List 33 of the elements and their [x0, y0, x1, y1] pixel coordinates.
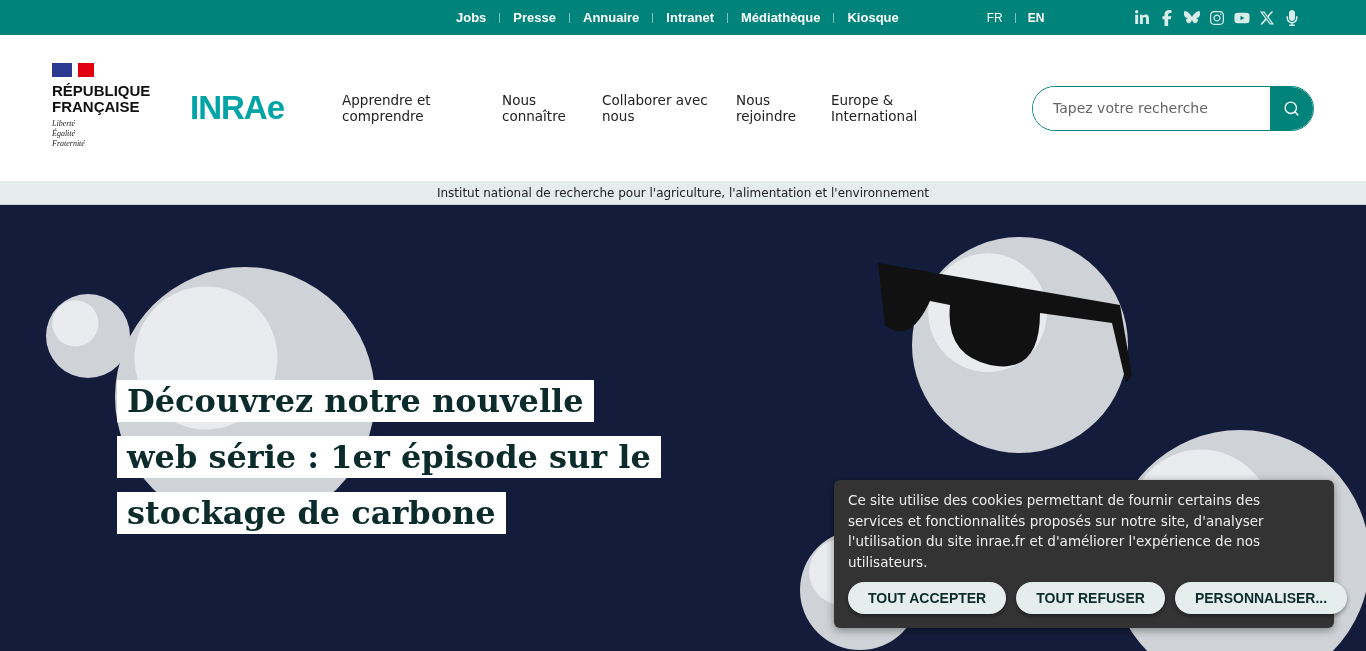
- microphone-icon[interactable]: [1284, 9, 1301, 26]
- top-nav-link[interactable]: Kiosque: [834, 10, 912, 25]
- main-nav-item[interactable]: Nous rejoindre: [736, 92, 832, 124]
- main-nav-item[interactable]: Apprendre et comprendre: [342, 92, 503, 124]
- top-nav-link[interactable]: Annuaire: [570, 10, 653, 25]
- logo[interactable]: INRAe: [190, 89, 285, 127]
- x-icon[interactable]: [1259, 9, 1276, 26]
- motto-text: Fraternité: [52, 139, 86, 149]
- search-button[interactable]: [1270, 86, 1313, 130]
- main-nav-item[interactable]: Europe & International: [831, 92, 952, 124]
- cookie-button[interactable]: TOUT REFUSER: [1016, 582, 1165, 614]
- language-link[interactable]: FR: [974, 10, 1015, 25]
- main-nav-item[interactable]: Nous connaître: [502, 92, 603, 124]
- republic-name: RÉPUBLIQUE: [52, 83, 152, 99]
- motto-text: Égalité: [52, 129, 77, 139]
- search-icon: [1283, 99, 1300, 117]
- top-nav-link[interactable]: Presse: [500, 10, 569, 25]
- tagline: Institut national de recherche pour l'agriculture, l'alimentation et l'environnement: [0, 181, 1366, 205]
- cookie-button[interactable]: PERSONNALISER...: [1174, 582, 1348, 614]
- linkedin-icon[interactable]: [1134, 9, 1151, 26]
- top-nav-link[interactable]: Intranet: [653, 10, 727, 25]
- main-nav-item[interactable]: Collaborer avec nous: [602, 92, 737, 124]
- search-field[interactable]: Tapez votre recherche: [1032, 85, 1314, 131]
- instagram-icon[interactable]: [1209, 9, 1226, 26]
- top-nav-link[interactable]: Médiathèque: [728, 10, 834, 25]
- top-nav-link[interactable]: Jobs: [443, 10, 500, 25]
- cookie-button[interactable]: TOUT ACCEPTER: [848, 582, 1007, 614]
- motto-text: Liberté: [52, 119, 77, 128]
- republic-name: FRANÇAISE: [52, 99, 140, 115]
- language-link[interactable]: EN: [1015, 10, 1057, 25]
- butterfly-icon[interactable]: [1184, 10, 1201, 25]
- cookie-text: Ce site utilise des cookies permettant de fournir certains des services et fonctionnalités proposés sur notre site, d'analyser l'utilisation du site inrae.fr et d'améliorer l'expérience de nos utilisateurs.: [848, 491, 1265, 572]
- flag-icon: [52, 63, 94, 77]
